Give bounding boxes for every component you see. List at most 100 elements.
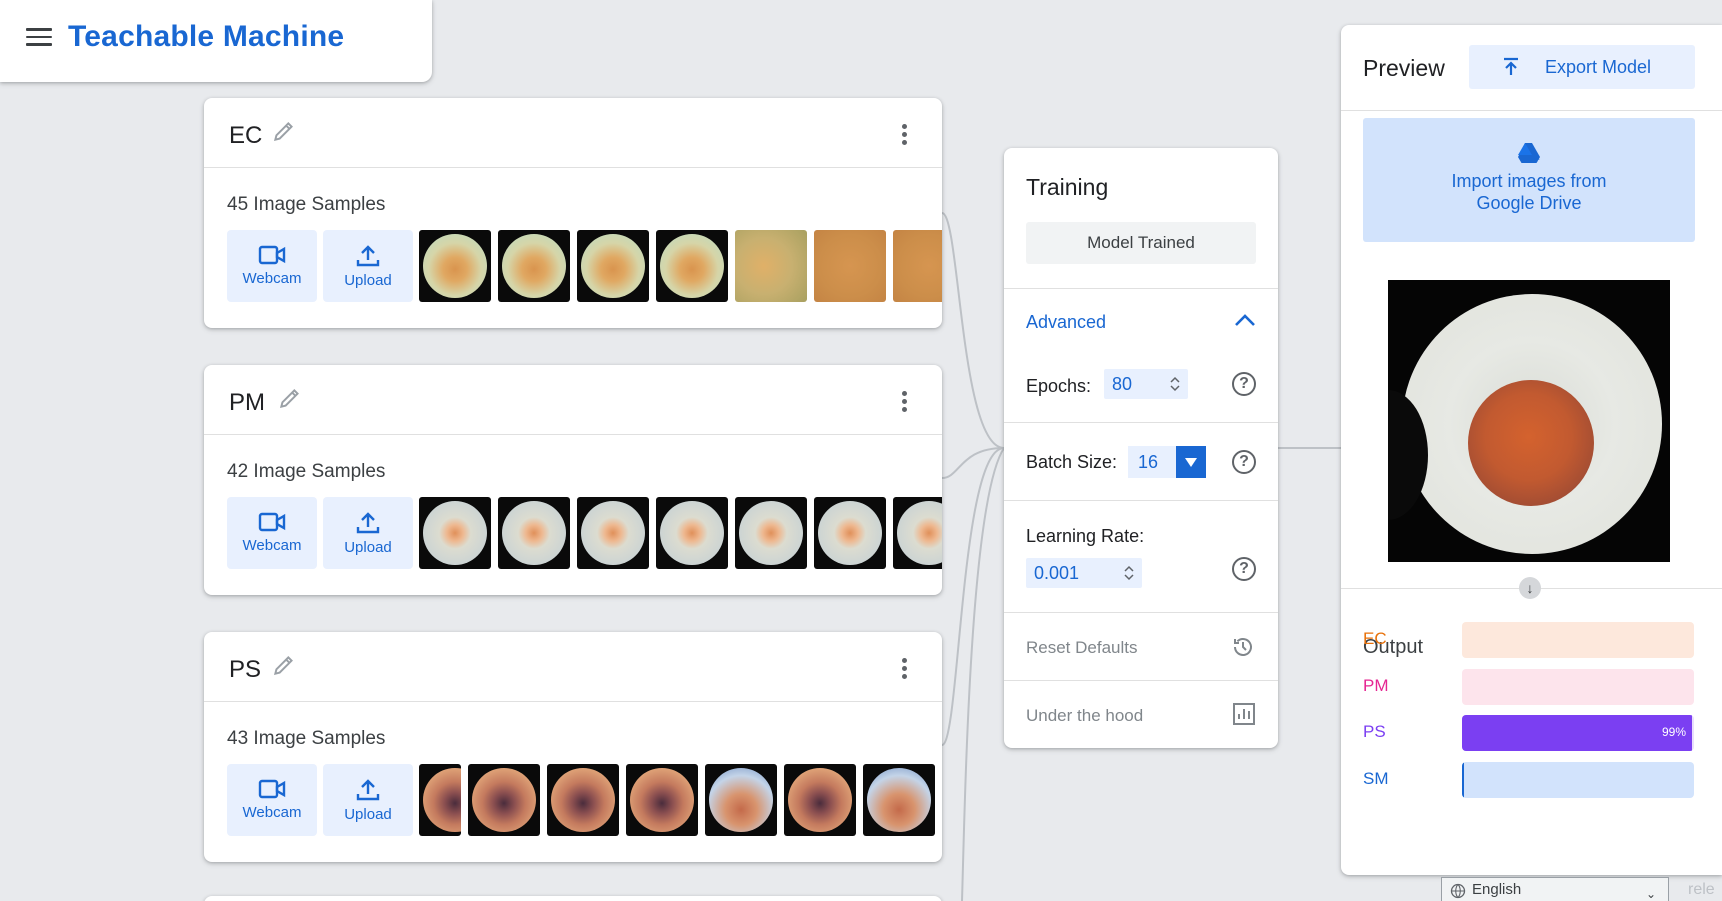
sample-thumbnail[interactable]: [784, 764, 856, 836]
divider: [1004, 680, 1278, 681]
sample-thumbnail[interactable]: [468, 764, 540, 836]
under-the-hood-button[interactable]: Under the hood: [1026, 706, 1143, 726]
sample-thumbnail[interactable]: [419, 764, 461, 836]
model-trained-button[interactable]: Model Trained: [1026, 222, 1256, 264]
release-link[interactable]: rele: [1688, 881, 1715, 899]
sample-thumbnail[interactable]: [705, 764, 777, 836]
upload-button[interactable]: Upload: [323, 497, 413, 569]
import-drive-button[interactable]: + Import images from Google Drive: [1363, 118, 1695, 242]
sample-thumbnail[interactable]: [498, 230, 570, 302]
sample-thumbnail[interactable]: [656, 230, 728, 302]
edit-pencil-icon[interactable]: [271, 118, 297, 144]
language-value: English: [1472, 881, 1522, 898]
webcam-label: Webcam: [242, 804, 302, 821]
sample-thumbnail[interactable]: [498, 497, 570, 569]
upload-icon: [356, 245, 380, 267]
sample-thumbnail[interactable]: [735, 230, 807, 302]
output-bar-sm: [1462, 762, 1694, 798]
class-card-pm: PM 42 Image Samples Webcam Upload: [204, 365, 942, 595]
output-label-ps: PS: [1363, 722, 1386, 741]
epochs-value: 80: [1112, 374, 1133, 394]
more-options-icon[interactable]: [902, 658, 908, 680]
learning-rate-help-icon[interactable]: ?: [1232, 557, 1256, 581]
upload-button[interactable]: Upload: [323, 230, 413, 302]
output-bar-ps: 99%: [1462, 715, 1694, 751]
sample-thumbnail[interactable]: [419, 230, 491, 302]
upload-label: Upload: [344, 806, 392, 823]
spinner-icon[interactable]: [1124, 564, 1134, 582]
export-model-button[interactable]: Export Model: [1469, 45, 1695, 89]
class-name[interactable]: EC: [229, 122, 262, 150]
class-name[interactable]: PS: [229, 656, 261, 684]
class-card-ec: EC 45 Image Samples Webcam Upload: [204, 98, 942, 328]
batch-help-icon[interactable]: ?: [1232, 450, 1256, 474]
edit-pencil-icon[interactable]: [271, 652, 297, 678]
preview-panel: Preview Export Model + Import images fro…: [1341, 25, 1722, 875]
preview-image: [1388, 280, 1670, 562]
more-options-icon[interactable]: [902, 391, 908, 413]
sample-thumbnail[interactable]: [814, 497, 886, 569]
menu-icon[interactable]: [26, 28, 52, 48]
webcam-button[interactable]: Webcam: [227, 497, 317, 569]
advanced-toggle[interactable]: Advanced: [1026, 312, 1106, 333]
learning-rate-label: Learning Rate:: [1026, 526, 1145, 546]
history-icon[interactable]: [1230, 634, 1256, 660]
sample-count: 45 Image Samples: [227, 194, 386, 215]
drive-line-2: Google Drive: [1476, 193, 1582, 213]
webcam-icon: [258, 779, 286, 799]
upload-button[interactable]: Upload: [323, 764, 413, 836]
batch-size-label: Batch Size:: [1026, 452, 1118, 472]
sample-thumbnail[interactable]: [626, 764, 698, 836]
webcam-label: Webcam: [242, 537, 302, 554]
chevron-down-icon: ⌄: [1645, 887, 1656, 901]
sample-thumbnail[interactable]: [577, 497, 649, 569]
class-card-partial: [204, 896, 942, 901]
sample-thumbnails[interactable]: [419, 230, 942, 302]
learning-rate-input[interactable]: 0.001: [1026, 558, 1142, 588]
sample-thumbnail[interactable]: [863, 764, 935, 836]
export-label: Export Model: [1545, 57, 1652, 77]
divider: [1341, 110, 1722, 111]
more-options-icon[interactable]: [902, 124, 908, 146]
sample-thumbnail[interactable]: [893, 497, 942, 569]
divider: [1004, 288, 1278, 289]
edit-pencil-icon[interactable]: [277, 385, 303, 411]
app-title[interactable]: Teachable Machine: [68, 20, 344, 54]
training-title: Training: [1026, 174, 1109, 200]
google-drive-icon: +: [1518, 143, 1540, 164]
output-fill: [1462, 762, 1464, 798]
sample-thumbnail[interactable]: [547, 764, 619, 836]
spinner-icon[interactable]: [1170, 375, 1180, 393]
webcam-button[interactable]: Webcam: [227, 764, 317, 836]
sample-thumbnail[interactable]: [656, 497, 728, 569]
sample-thumbnail[interactable]: [814, 230, 886, 302]
arrow-down-icon[interactable]: ↓: [1519, 577, 1541, 599]
language-select[interactable]: English ⌄: [1441, 877, 1669, 901]
chevron-up-icon[interactable]: [1234, 312, 1256, 328]
sample-thumbnail[interactable]: [419, 497, 491, 569]
bar-chart-icon[interactable]: [1232, 702, 1256, 726]
sample-thumbnail[interactable]: [577, 230, 649, 302]
class-card-ps: PS 43 Image Samples Webcam Upload: [204, 632, 942, 862]
output-bar-ec: [1462, 622, 1694, 658]
sample-thumbnail[interactable]: [735, 497, 807, 569]
reset-defaults-button[interactable]: Reset Defaults: [1026, 638, 1138, 658]
divider: [1004, 500, 1278, 501]
sample-thumbnail[interactable]: [893, 230, 942, 302]
sample-thumbnails[interactable]: [419, 497, 942, 569]
output-percent: 99%: [1661, 725, 1686, 739]
epochs-help-icon[interactable]: ?: [1232, 372, 1256, 396]
preview-title: Preview: [1363, 55, 1445, 81]
drive-line-1: Import images from: [1451, 171, 1607, 191]
output-fill: [1462, 715, 1692, 751]
output-label-sm: SM: [1363, 769, 1389, 788]
sample-count: 42 Image Samples: [227, 461, 386, 482]
epochs-input[interactable]: 80: [1104, 369, 1188, 399]
divider: [1004, 422, 1278, 423]
batch-size-select[interactable]: 16: [1128, 446, 1206, 478]
dropdown-arrow-icon[interactable]: [1176, 446, 1206, 478]
webcam-icon: [258, 512, 286, 532]
sample-thumbnails[interactable]: [419, 764, 942, 836]
webcam-button[interactable]: Webcam: [227, 230, 317, 302]
class-name[interactable]: PM: [229, 389, 265, 417]
